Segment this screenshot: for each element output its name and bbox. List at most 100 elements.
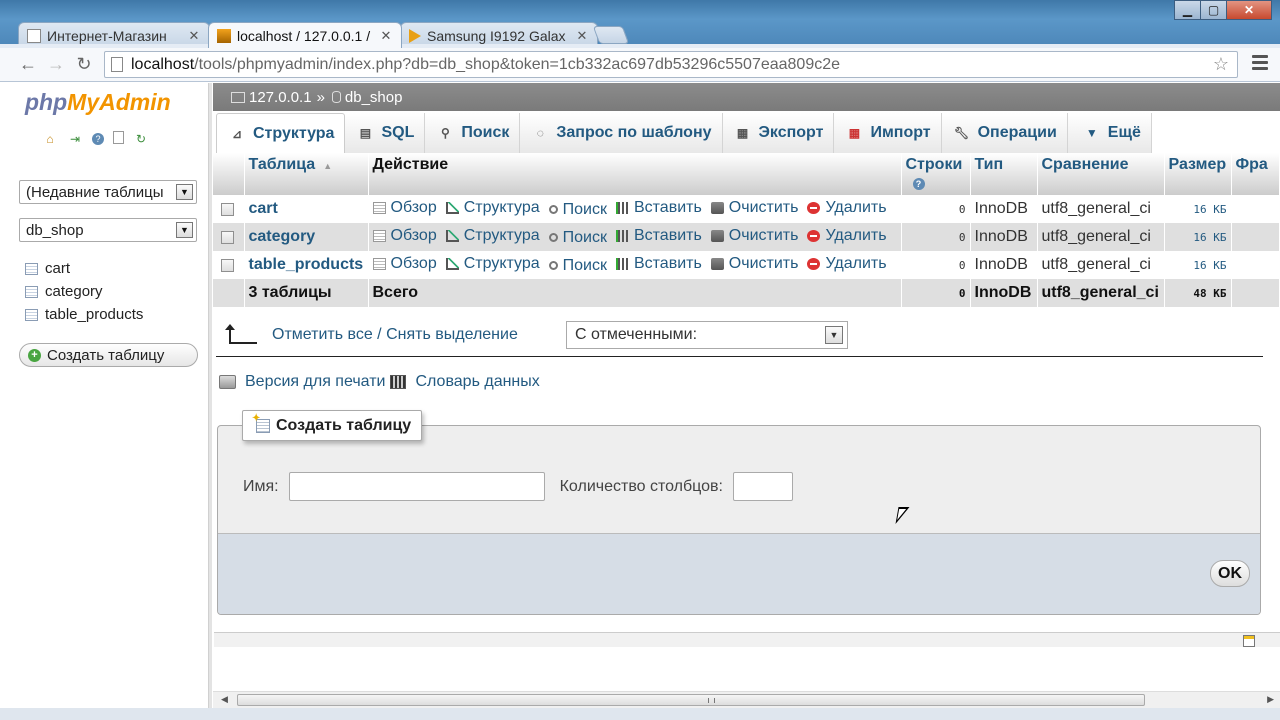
- close-icon[interactable]: ✕: [379, 28, 393, 44]
- header-type[interactable]: Тип: [970, 153, 1038, 195]
- sidebar-item-table-products[interactable]: table_products: [25, 306, 143, 323]
- maximize-button[interactable]: ▢: [1200, 0, 1227, 20]
- browser-tab-samsung[interactable]: Samsung I9192 Galax ✕: [400, 22, 598, 48]
- table-name-link[interactable]: cart: [249, 200, 278, 217]
- insert-link[interactable]: Вставить: [615, 227, 702, 245]
- query-icon: ◌: [536, 126, 544, 140]
- home-icon[interactable]: ⌂: [42, 131, 58, 147]
- browser-tab-shop[interactable]: Интернет-Магазин ✕: [18, 22, 210, 48]
- empty-link[interactable]: Очистить: [710, 199, 798, 217]
- table-size[interactable]: 16 КБ: [1164, 195, 1232, 223]
- drop-link[interactable]: Удалить: [807, 199, 887, 217]
- search-icon: ⚲: [440, 126, 450, 140]
- minimize-button[interactable]: ▁: [1174, 0, 1201, 20]
- ok-button[interactable]: OK: [1210, 560, 1250, 587]
- scroll-right-icon[interactable]: ▶: [1267, 694, 1274, 705]
- browse-link[interactable]: Обзор: [372, 199, 437, 217]
- back-arrow-icon[interactable]: ←: [14, 51, 42, 79]
- insert-link[interactable]: Вставить: [615, 255, 702, 273]
- panel-resize-handle[interactable]: [208, 83, 212, 720]
- tables-list: Таблица ▲ Действие Строки? Тип Сравнение …: [213, 153, 1280, 307]
- forward-arrow-icon[interactable]: →: [42, 51, 70, 79]
- search-link[interactable]: Поиск: [548, 257, 607, 275]
- note-icon[interactable]: [1243, 635, 1255, 647]
- browse-icon: [372, 202, 386, 214]
- sort-arrow-icon: ▲: [323, 161, 333, 171]
- empty-icon: [710, 202, 724, 214]
- close-icon[interactable]: ✕: [575, 28, 589, 44]
- header-overhead[interactable]: Фра: [1231, 153, 1280, 195]
- recent-tables-select[interactable]: (Недавние таблицы ▼: [19, 180, 197, 204]
- empty-link[interactable]: Очистить: [710, 227, 798, 245]
- refresh-icon[interactable]: ↻: [133, 131, 149, 147]
- empty-link[interactable]: Очистить: [710, 255, 798, 273]
- breadcrumb-database[interactable]: db_shop: [345, 89, 403, 106]
- breadcrumb-server[interactable]: 127.0.0.1: [249, 89, 312, 106]
- drop-link[interactable]: Удалить: [807, 227, 887, 245]
- table-name-link[interactable]: category: [249, 228, 316, 245]
- total-label: Всего: [368, 279, 902, 307]
- data-dictionary-link[interactable]: Словарь данных: [415, 373, 539, 391]
- browse-link[interactable]: Обзор: [372, 255, 437, 273]
- structure-link[interactable]: Структура: [445, 199, 540, 217]
- tab-structure[interactable]: ⊿ Структура: [216, 113, 346, 153]
- create-table-button[interactable]: + Создать таблицу: [19, 343, 198, 367]
- new-tab-button[interactable]: [592, 26, 630, 44]
- browser-tab-phpmyadmin[interactable]: localhost / 127.0.0.1 / ✕: [208, 22, 402, 48]
- header-table[interactable]: Таблица ▲: [244, 153, 369, 195]
- bookmark-star-icon[interactable]: ☆: [1213, 54, 1229, 75]
- tab-query[interactable]: ◌ Запрос по шаблону: [520, 113, 723, 153]
- tab-title: Интернет-Магазин: [47, 27, 167, 44]
- sidebar-item-category[interactable]: category: [25, 283, 103, 300]
- import-icon: ▦: [848, 126, 861, 140]
- browse-link[interactable]: Обзор: [372, 227, 437, 245]
- header-size[interactable]: Размер: [1164, 153, 1232, 195]
- drop-link[interactable]: Удалить: [807, 255, 887, 273]
- search-link[interactable]: Поиск: [548, 229, 607, 247]
- sidebar-item-cart[interactable]: cart: [25, 260, 70, 277]
- address-bar[interactable]: localhost/tools/phpmyadmin/index.php?db=…: [104, 51, 1238, 78]
- scroll-left-icon[interactable]: ◀: [221, 694, 228, 705]
- table-row: table_products Обзор Структура Поиск Встави…: [213, 251, 1280, 279]
- table-total-row: 3 таблицы Всего 0 InnoDB utf8_general_ci…: [213, 279, 1280, 307]
- row-checkbox[interactable]: [221, 202, 234, 216]
- tab-more[interactable]: ▼ Ещё: [1067, 113, 1152, 153]
- scroll-grip-icon: [708, 698, 715, 703]
- database-select[interactable]: db_shop ▼: [19, 218, 197, 242]
- engine-type: InnoDB: [970, 251, 1038, 279]
- header-collation[interactable]: Сравнение: [1037, 153, 1165, 195]
- create-table-label: Создать таблицу: [47, 346, 165, 364]
- browser-menu-icon[interactable]: [1252, 55, 1268, 73]
- tab-operations[interactable]: 🔧︎ Операции: [941, 113, 1068, 153]
- empty-icon: [710, 230, 724, 242]
- table-size[interactable]: 16 КБ: [1164, 251, 1232, 279]
- reload-icon[interactable]: ↻: [70, 51, 98, 79]
- structure-link[interactable]: Структура: [445, 255, 540, 273]
- docs-icon[interactable]: [113, 131, 124, 144]
- tab-import[interactable]: ▦ Импорт: [834, 113, 942, 153]
- column-count-input[interactable]: [733, 472, 793, 501]
- help-icon[interactable]: ?: [92, 133, 104, 145]
- header-rows[interactable]: Строки?: [901, 153, 971, 195]
- check-all-link[interactable]: Отметить все / Снять выделение: [272, 326, 518, 344]
- table-name-input[interactable]: [288, 472, 545, 501]
- window-close-button[interactable]: ✕: [1226, 0, 1272, 20]
- tab-export[interactable]: ▦ Экспорт: [722, 113, 835, 153]
- tab-sql[interactable]: ▤ SQL: [345, 113, 426, 153]
- phpmyadmin-logo[interactable]: phpMyAdmin: [25, 89, 171, 116]
- search-link[interactable]: Поиск: [548, 201, 607, 219]
- close-icon[interactable]: ✕: [187, 28, 201, 44]
- table-name-link[interactable]: table_products: [249, 256, 364, 273]
- row-checkbox[interactable]: [221, 258, 234, 272]
- table-size[interactable]: 16 КБ: [1164, 223, 1232, 251]
- insert-link[interactable]: Вставить: [615, 199, 702, 217]
- horizontal-scrollbar[interactable]: ◀ ▶: [213, 691, 1280, 708]
- help-icon[interactable]: ?: [912, 178, 925, 190]
- row-checkbox[interactable]: [221, 230, 234, 244]
- scroll-thumb[interactable]: [237, 694, 1145, 706]
- tab-search[interactable]: ⚲ Поиск: [425, 113, 521, 153]
- structure-link[interactable]: Структура: [445, 227, 540, 245]
- logout-icon[interactable]: ⇥: [67, 131, 83, 147]
- print-view-link[interactable]: Версия для печати: [245, 373, 385, 391]
- with-selected-select[interactable]: С отмеченными: ▼: [566, 321, 848, 349]
